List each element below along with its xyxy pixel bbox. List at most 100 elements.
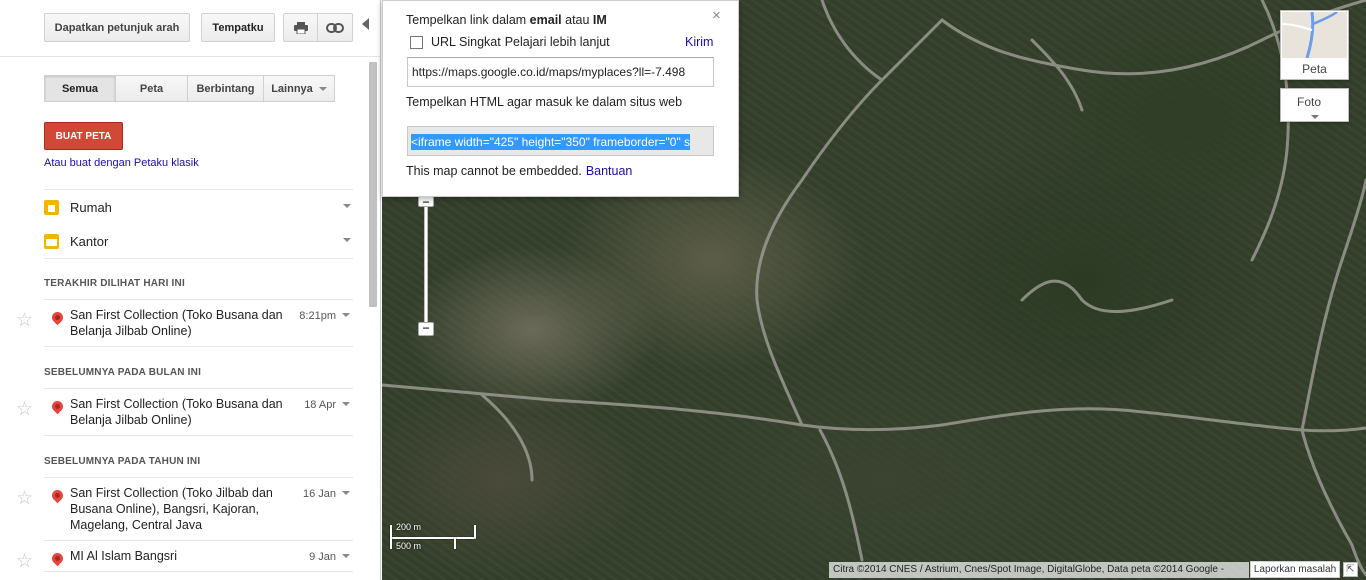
- tab-maps[interactable]: Peta: [115, 75, 188, 102]
- google-maps-app: Dapatkan petunjuk arah Tempatku Semua Pe…: [0, 0, 1366, 580]
- divider: [44, 189, 353, 190]
- chevron-down-icon[interactable]: [342, 491, 350, 495]
- chevron-down-icon[interactable]: [343, 204, 351, 208]
- history-item[interactable]: ☆ San First Collection (Toko Busana dan …: [0, 307, 360, 343]
- embed-code-field[interactable]: <iframe width="425" height="350" framebo…: [407, 126, 714, 156]
- tab-more[interactable]: Lainnya: [263, 75, 335, 102]
- print-button[interactable]: [283, 13, 318, 42]
- divider: [44, 571, 353, 572]
- share-prefix: Tempelkan link dalam: [406, 13, 530, 27]
- expand-corner-icon[interactable]: ⇱: [1343, 562, 1358, 577]
- top-toolbar: Dapatkan petunjuk arah Tempatku: [0, 0, 380, 57]
- scale-secondary-label: 500 m: [396, 541, 422, 551]
- scale-tick: [390, 525, 392, 549]
- panel-scrollbar[interactable]: [369, 62, 377, 307]
- home-place-row[interactable]: Rumah: [44, 192, 353, 222]
- map-type-map-label: Peta: [1302, 62, 1327, 76]
- short-url-option: URL Singkat Pelajari lebih lanjut: [410, 35, 610, 49]
- filter-tabs: Semua Peta Berbintang Lainnya: [44, 75, 335, 102]
- scale-tick: [474, 525, 476, 538]
- section-heading-year: SEBELUMNYA PADA TAHUN INI: [44, 456, 201, 467]
- scale-bar: 200 m 500 m: [390, 520, 480, 552]
- work-label: Kantor: [70, 233, 109, 249]
- divider: [44, 346, 353, 347]
- short-url-checkbox[interactable]: [410, 35, 423, 49]
- divider: [44, 258, 353, 259]
- my-places-button[interactable]: Tempatku: [201, 13, 275, 42]
- scale-line: [390, 537, 476, 539]
- briefcase-icon: [44, 233, 59, 249]
- zoom-track[interactable]: [424, 201, 428, 329]
- printer-icon: [293, 21, 308, 34]
- zoom-slider[interactable]: − −: [418, 193, 434, 338]
- history-item-title[interactable]: MI Al Islam Bangsri: [70, 548, 285, 564]
- section-heading-month: SEBELUMNYA PADA BULAN INI: [44, 367, 202, 378]
- history-item-time: 16 Jan: [302, 488, 336, 500]
- divider: [44, 540, 353, 541]
- chevron-down-icon[interactable]: [342, 313, 350, 317]
- share-email-word: email: [529, 13, 562, 27]
- history-item-title[interactable]: San First Collection (Toko Jilbab dan Bu…: [70, 485, 285, 533]
- history-item[interactable]: ☆ MI Al Islam Bangsri 9 Jan: [0, 548, 360, 571]
- embed-label: Tempelkan HTML agar masuk ke dalam situs…: [406, 95, 683, 109]
- map-pin-icon: [49, 487, 66, 504]
- share-im-word: IM: [592, 13, 607, 27]
- collapse-panel-icon[interactable]: [362, 18, 369, 30]
- star-icon[interactable]: ☆: [16, 489, 33, 508]
- star-icon[interactable]: ☆: [16, 552, 33, 571]
- report-problem-button[interactable]: Laporkan masalah: [1250, 561, 1340, 578]
- home-label: Rumah: [70, 199, 112, 215]
- history-item-time: 8:21pm: [299, 310, 336, 322]
- learn-more-link[interactable]: Pelajari lebih lanjut: [505, 35, 610, 49]
- share-instructions: Tempelkan link dalam email atau IM: [406, 13, 607, 27]
- history-item[interactable]: ☆ San First Collection (Toko Busana dan …: [0, 396, 360, 432]
- divider: [44, 299, 353, 300]
- create-map-button[interactable]: BUAT PETA: [44, 122, 123, 150]
- share-middle: atau: [561, 13, 593, 27]
- history-item-title[interactable]: San First Collection (Toko Busana dan Be…: [70, 307, 285, 339]
- divider: [44, 477, 353, 478]
- map-pin-icon: [49, 550, 66, 567]
- short-url-label[interactable]: URL Singkat: [431, 35, 501, 49]
- chevron-down-icon[interactable]: [1311, 115, 1319, 119]
- map-thumbnail: [1282, 12, 1347, 58]
- map-type-photo-label: Foto: [1297, 95, 1322, 109]
- share-link-field[interactable]: [407, 57, 714, 87]
- chevron-down-icon[interactable]: [342, 554, 350, 558]
- tab-all[interactable]: Semua: [44, 75, 116, 102]
- scale-meters-label: 200 m: [396, 522, 422, 532]
- divider: [44, 435, 353, 436]
- section-heading-today: TERAKHIR DILIHAT HARI INI: [44, 278, 185, 289]
- embed-note-text: This map cannot be embedded.: [406, 164, 582, 178]
- left-panel: Dapatkan petunjuk arah Tempatku Semua Pe…: [0, 0, 381, 580]
- get-directions-button[interactable]: Dapatkan petunjuk arah: [44, 13, 190, 42]
- zoom-handle[interactable]: −: [418, 196, 434, 208]
- divider: [44, 388, 353, 389]
- history-item-time: 18 Apr: [304, 399, 336, 411]
- home-icon: [44, 199, 59, 215]
- send-link[interactable]: Kirim: [685, 35, 713, 49]
- tab-more-label: Lainnya: [271, 82, 313, 95]
- link-icon: [326, 22, 344, 33]
- chevron-down-icon[interactable]: [343, 238, 351, 242]
- help-link[interactable]: Bantuan: [586, 164, 633, 178]
- tab-starred[interactable]: Berbintang: [187, 75, 264, 102]
- classic-my-maps-link[interactable]: Atau buat dengan Petaku klasik: [44, 157, 199, 169]
- work-place-row[interactable]: Kantor: [44, 226, 353, 256]
- map-type-map-button[interactable]: Peta: [1280, 10, 1349, 80]
- zoom-out-button[interactable]: −: [418, 322, 434, 336]
- close-icon[interactable]: ×: [712, 8, 721, 23]
- star-icon[interactable]: ☆: [16, 311, 33, 330]
- history-item-title[interactable]: San First Collection (Toko Busana dan Be…: [70, 396, 285, 428]
- map-type-photo-button[interactable]: Foto: [1280, 88, 1349, 122]
- map-thumbnail-graphic: [1282, 12, 1338, 58]
- map-pin-icon: [49, 398, 66, 415]
- chevron-down-icon: [318, 86, 327, 91]
- history-item-time: 9 Jan: [309, 551, 336, 563]
- history-item[interactable]: ☆ San First Collection (Toko Jilbab dan …: [0, 485, 360, 537]
- embed-code-text[interactable]: <iframe width="425" height="350" framebo…: [411, 134, 691, 150]
- star-icon[interactable]: ☆: [16, 400, 33, 419]
- chevron-down-icon[interactable]: [342, 402, 350, 406]
- embed-note: This map cannot be embedded. Bantuan: [406, 164, 632, 178]
- link-button[interactable]: [317, 13, 353, 42]
